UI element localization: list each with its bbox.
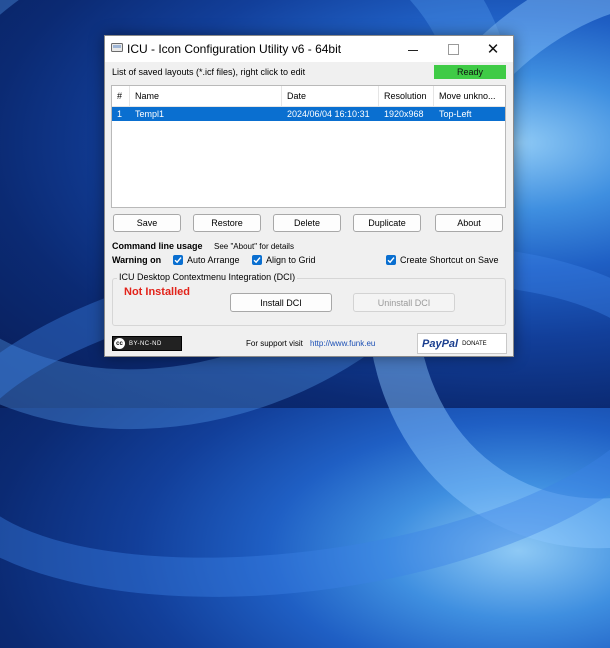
icu-window: ICU - Icon Configuration Utility v6 - 64… <box>104 35 514 357</box>
check-icon <box>386 255 396 265</box>
paypal-logo: PayPal <box>422 337 459 350</box>
dci-group-title: ICU Desktop Contextmenu Integration (DCI… <box>117 272 298 282</box>
create-shortcut-label: Create Shortcut on Save <box>400 255 499 265</box>
restore-button[interactable]: Restore <box>193 214 261 232</box>
list-header: # Name Date Resolution Move unkno... <box>112 86 505 107</box>
license-text: BY-NC-ND <box>129 340 162 347</box>
align-to-grid-checkbox[interactable]: Align to Grid <box>252 254 316 266</box>
column-header-resolution[interactable]: Resolution <box>379 86 434 106</box>
warning-on-label: Warning on <box>112 255 162 265</box>
title-bar[interactable]: ICU - Icon Configuration Utility v6 - 64… <box>105 36 513 62</box>
saved-layouts-label: List of saved layouts (*.icf files), rig… <box>112 67 306 77</box>
close-button[interactable]: ✕ <box>473 36 513 62</box>
app-icon <box>111 43 123 52</box>
layout-list[interactable]: # Name Date Resolution Move unkno... 1 T… <box>111 85 506 208</box>
install-dci-button[interactable]: Install DCI <box>230 293 332 312</box>
auto-arrange-checkbox[interactable]: Auto Arrange <box>173 254 240 266</box>
creative-commons-badge[interactable]: cc BY-NC-ND <box>112 336 182 351</box>
save-button[interactable]: Save <box>113 214 181 232</box>
donate-label: DONATE <box>462 340 487 347</box>
row-index: 1 <box>117 109 123 119</box>
support-link[interactable]: http://www.funk.eu <box>310 339 375 348</box>
delete-button[interactable]: Delete <box>273 214 341 232</box>
check-icon <box>173 255 183 265</box>
duplicate-button[interactable]: Duplicate <box>353 214 421 232</box>
column-header-index[interactable]: # <box>112 86 130 106</box>
row-date: 2024/06/04 16:10:31 <box>287 109 370 119</box>
list-row-selected[interactable]: 1 Templ1 2024/06/04 16:10:31 1920x968 To… <box>112 107 505 121</box>
row-move: Top-Left <box>439 109 472 119</box>
column-header-date[interactable]: Date <box>282 86 379 106</box>
align-to-grid-label: Align to Grid <box>266 255 316 265</box>
create-shortcut-checkbox[interactable]: Create Shortcut on Save <box>386 254 499 266</box>
row-resolution: 1920x968 <box>384 109 424 119</box>
status-badge: Ready <box>434 65 506 79</box>
paypal-donate-button[interactable]: PayPal DONATE <box>417 333 507 354</box>
auto-arrange-label: Auto Arrange <box>187 255 240 265</box>
dci-status: Not Installed <box>124 286 191 298</box>
uninstall-dci-button[interactable]: Uninstall DCI <box>353 293 455 312</box>
maximize-button[interactable] <box>433 36 473 62</box>
column-header-move-unknown[interactable]: Move unkno... <box>434 86 505 106</box>
minimize-button[interactable] <box>393 36 433 62</box>
close-icon: ✕ <box>486 41 500 58</box>
window-title: ICU - Icon Configuration Utility v6 - 64… <box>127 42 342 56</box>
about-button[interactable]: About <box>435 214 503 232</box>
command-line-usage-label: Command line usage <box>112 241 203 251</box>
cc-icon: cc <box>114 338 125 349</box>
command-line-note: See "About" for details <box>214 242 294 251</box>
row-name: Templ1 <box>135 109 165 119</box>
check-icon <box>252 255 262 265</box>
maximize-icon <box>447 43 459 55</box>
column-header-name[interactable]: Name <box>130 86 282 106</box>
support-text: For support visit <box>246 339 303 348</box>
minimize-icon <box>408 49 418 51</box>
